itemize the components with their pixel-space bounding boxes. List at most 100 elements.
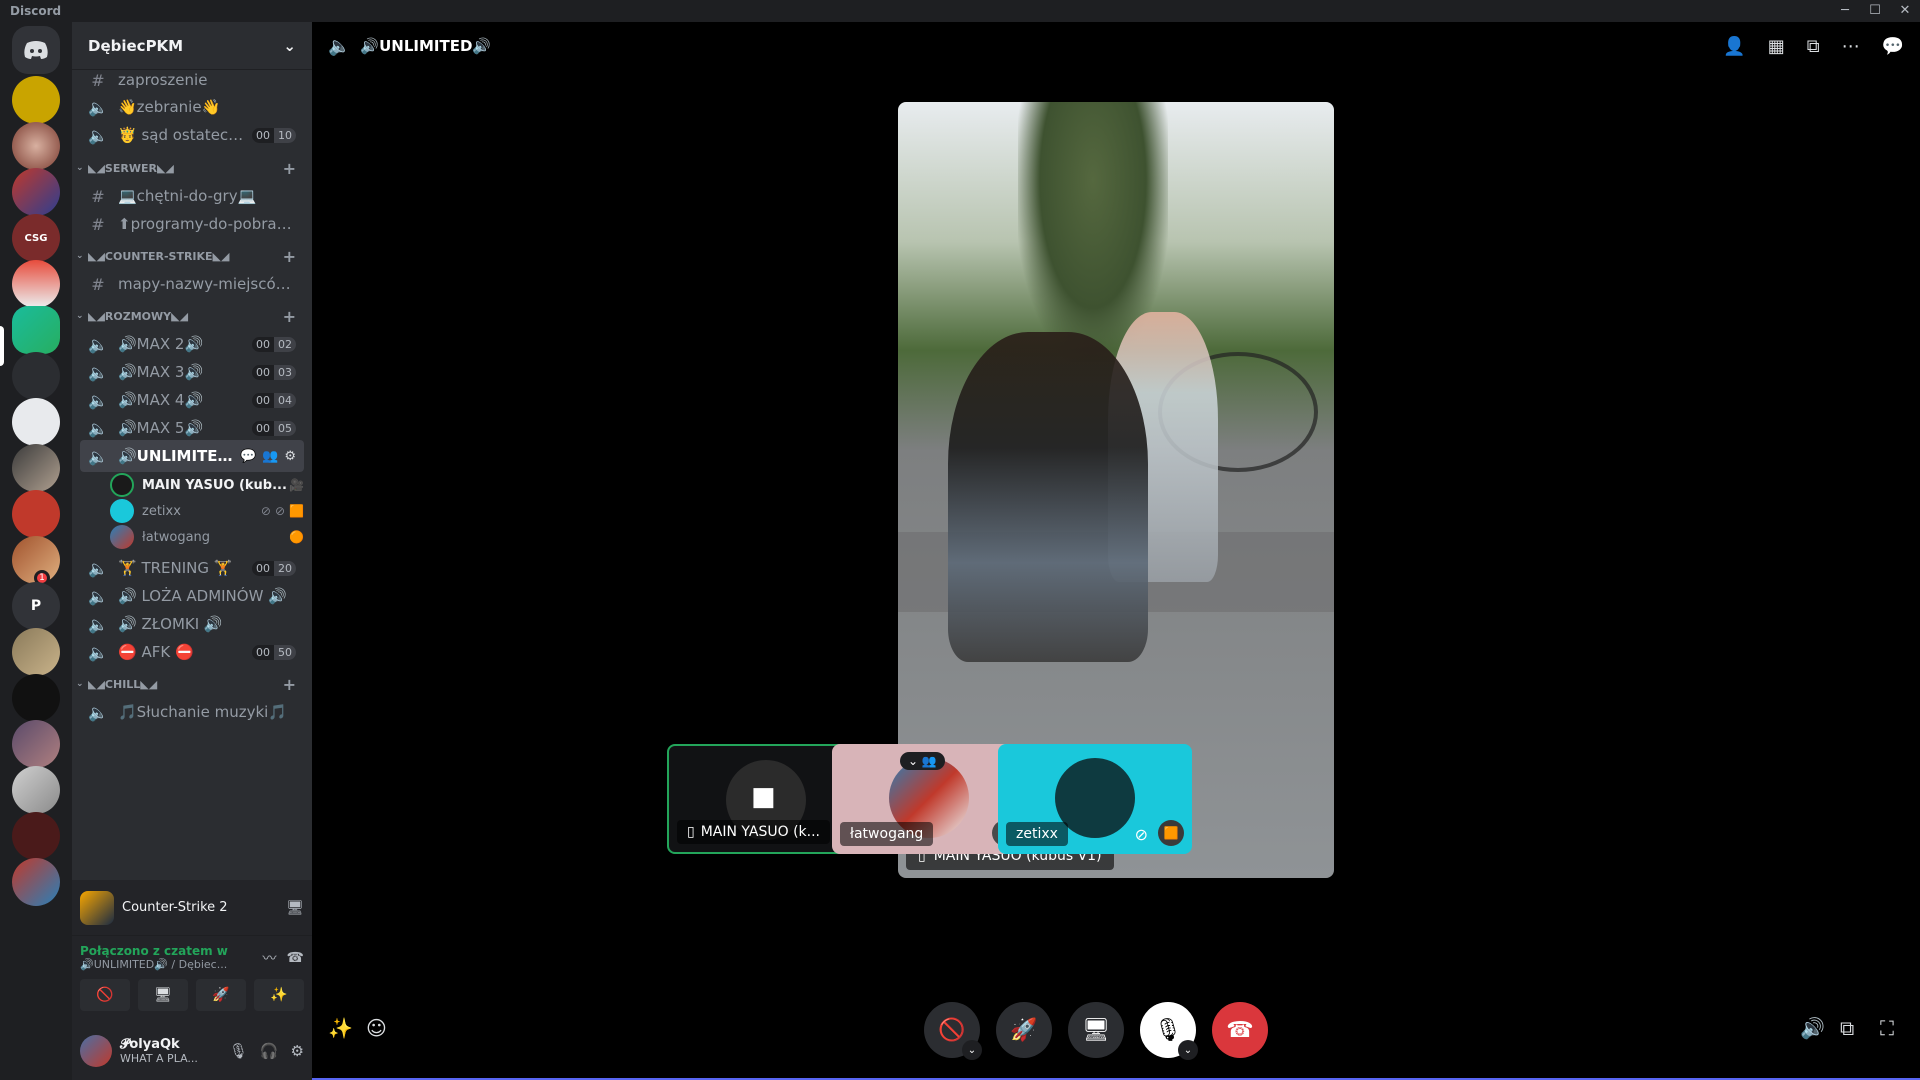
avatar <box>110 525 134 549</box>
channel-programy[interactable]: # ⬆programy-do-pobrania⬆ <box>80 208 304 240</box>
noise-suppression-icon[interactable]: 〰 <box>263 948 277 968</box>
category-chill[interactable]: ⌄ ◣◢CHILL◣◢ + <box>72 675 312 694</box>
headphones-icon[interactable]: 🎧 <box>260 1042 279 1060</box>
camera-off-button[interactable]: 🚫 <box>80 979 130 1011</box>
screen-share-button[interactable]: 🖥 <box>1068 1002 1124 1058</box>
server-icon-10[interactable] <box>12 490 60 538</box>
chat-bubble-icon[interactable]: 💬 <box>240 449 256 464</box>
soundboard-icon[interactable]: ✨ <box>328 1016 353 1040</box>
server-icon-17[interactable] <box>12 812 60 860</box>
add-friend-icon[interactable]: 👤 <box>1723 36 1745 57</box>
connection-location[interactable]: 🔊UNLIMITED🔊 / Dębiec... <box>80 958 253 971</box>
add-channel-icon[interactable]: + <box>283 159 296 178</box>
invite-icon[interactable]: 👥 <box>262 449 278 464</box>
gear-icon[interactable]: ⚙ <box>284 449 296 464</box>
voice-connection-panel: Połączono z czatem w 🔊UNLIMITED🔊 / Dębie… <box>72 936 312 1022</box>
user-limit-badge: 00 05 <box>252 420 296 436</box>
camera-off-button[interactable]: 🚫 ⌄ <box>924 1002 982 1060</box>
channel-sluchanie-muzyki[interactable]: 🔈 🎵Słuchanie muzyki🎵 <box>80 696 304 728</box>
chat-bubble-icon[interactable]: 💬 <box>1882 36 1904 57</box>
pop-out-icon[interactable]: ⧉ <box>1840 1016 1854 1040</box>
discord-home-icon[interactable] <box>12 26 60 74</box>
more-options-icon[interactable]: ⋯ <box>1842 36 1860 57</box>
connection-status[interactable]: Połączono z czatem w <box>80 944 253 958</box>
soundboard-button[interactable]: ✨ <box>254 979 304 1011</box>
avatar <box>110 473 134 497</box>
server-icon-16[interactable] <box>12 766 60 814</box>
mic-muted-icon: ⊘ <box>260 504 271 518</box>
server-icon-9[interactable] <box>12 444 60 492</box>
server-header[interactable]: DębiecPKM ⌄ <box>72 22 312 70</box>
add-channel-icon[interactable]: + <box>283 247 296 266</box>
stream-game-icon[interactable]: 🖥 <box>286 900 304 916</box>
user-panel: 𝓟olyaQk WHAT A PLA... 🎙 🎧 ⚙ <box>72 1022 312 1080</box>
server-icon-3[interactable] <box>12 168 60 216</box>
channel-mapy[interactable]: # mapy-nazwy-miejscówek <box>80 268 304 300</box>
server-icon-debiec[interactable] <box>12 306 60 354</box>
call-view: 🔈 🔊UNLIMITED🔊 👤 ▦ ⧉ ⋯ 💬 ▯ MAIN YASUO (ku… <box>312 22 1920 1080</box>
user-limit-badge: 00 02 <box>252 336 296 352</box>
mic-icon[interactable]: 🎙 <box>229 1042 248 1060</box>
mic-button[interactable]: 🎙 ⌄ <box>1140 1002 1198 1060</box>
call-controls: ✨ ☺ 🚫 ⌄ 🚀 🖥 🎙 ⌄ ☎ 🔊 ⧉ ⛶ <box>312 1002 1920 1060</box>
close-window-button[interactable]: ✕ <box>1890 0 1920 22</box>
user-limit-badge: 00 50 <box>252 644 296 660</box>
server-icon-1[interactable] <box>12 76 60 124</box>
grid-view-icon[interactable]: ▦ <box>1768 36 1785 57</box>
category-counter-strike[interactable]: ⌄ ◣◢COUNTER-STRIKE◣◢ + <box>72 247 312 266</box>
minimize-button[interactable]: ─ <box>1830 0 1860 22</box>
add-channel-icon[interactable]: + <box>283 675 296 694</box>
channel-afk[interactable]: 🔈 ⛔ AFK ⛔ 00 50 <box>80 636 304 668</box>
camera-icon: ■ <box>751 782 776 812</box>
server-icon-2[interactable] <box>12 122 60 170</box>
emoji-icon[interactable]: ☺ <box>366 1016 387 1040</box>
disconnect-button[interactable]: ☎ <box>1212 1002 1268 1058</box>
fullscreen-icon[interactable]: ⛶ <box>1880 1016 1894 1040</box>
server-icon-cs-coaching[interactable] <box>12 398 60 446</box>
chevron-down-icon: ⌄ <box>76 679 84 689</box>
participant-tile-zetixx[interactable]: zetixx ⊘ 🟧 <box>998 744 1192 854</box>
user-limit-badge: 00 20 <box>252 560 296 576</box>
chevron-down-icon[interactable]: ⌄ <box>1178 1040 1198 1060</box>
view-options-icon[interactable]: ⌄ 👥 <box>900 752 945 770</box>
activity-panel: Counter-Strike 2 🖥 <box>72 880 312 936</box>
server-icon-14[interactable] <box>12 674 60 722</box>
server-name: DębiecPKM <box>88 36 184 55</box>
voice-user-latwogang[interactable]: łatwogang 🟠 <box>110 522 304 552</box>
activity-icon: 🟧 <box>1158 820 1184 846</box>
server-icon-18[interactable] <box>12 858 60 906</box>
channel-unlimited[interactable]: 🔈 🔊UNLIMITED... 💬 👥 ⚙ <box>80 440 304 472</box>
channel-sad[interactable]: 🔈 🤴 sąd ostatecz... 00 10 <box>80 119 304 151</box>
activity-button[interactable]: 🚀 <box>196 979 246 1011</box>
speaker-icon: 🔈 <box>88 586 108 606</box>
participant-tile-latwogang[interactable]: ⌄ 👥 łatwogang 🟤 <box>832 744 1026 854</box>
channel-sidebar: DębiecPKM ⌄ # zaproszenie 🔈 👋zebranie👋 🔈 🤴 … <box>72 22 312 880</box>
category-rozmowy[interactable]: ⌄ ◣◢ROZMOWY◣◢ + <box>72 307 312 326</box>
title-bar: Discord ─ ☐ ✕ <box>0 0 1920 22</box>
chevron-down-icon[interactable]: ⌄ <box>962 1040 982 1060</box>
avatar <box>110 499 134 523</box>
server-icon-5[interactable] <box>12 260 60 308</box>
server-icon-p[interactable]: P <box>12 582 60 630</box>
server-icon-15[interactable] <box>12 720 60 768</box>
category-serwer[interactable]: ⌄ ◣◢SERWER◣◢ + <box>72 159 312 178</box>
activity-button[interactable]: 🚀 <box>996 1002 1052 1058</box>
tile-name-label: zetixx <box>1006 822 1068 846</box>
disconnect-icon[interactable]: ☎ <box>287 950 304 966</box>
server-icon-13[interactable] <box>12 628 60 676</box>
speaker-icon: 🔈 <box>88 558 108 578</box>
gear-icon[interactable]: ⚙ <box>291 1042 304 1060</box>
speaker-icon: 🔈 <box>88 362 108 382</box>
pip-icon[interactable]: ⧉ <box>1807 36 1820 57</box>
server-icon-7[interactable] <box>12 352 60 400</box>
volume-icon[interactable]: 🔊 <box>1800 1016 1825 1040</box>
add-channel-icon[interactable]: + <box>283 307 296 326</box>
avatar[interactable] <box>80 1035 112 1067</box>
server-list: CSG 1 P <box>0 22 72 1080</box>
screen-share-button[interactable]: 🖥 <box>138 979 188 1011</box>
server-icon-csgo-skins[interactable]: CSG <box>12 214 60 262</box>
speaker-icon: 🔈 <box>88 97 108 117</box>
game-icon <box>80 890 114 925</box>
selected-server-pill <box>0 326 4 366</box>
maximize-button[interactable]: ☐ <box>1860 0 1890 22</box>
